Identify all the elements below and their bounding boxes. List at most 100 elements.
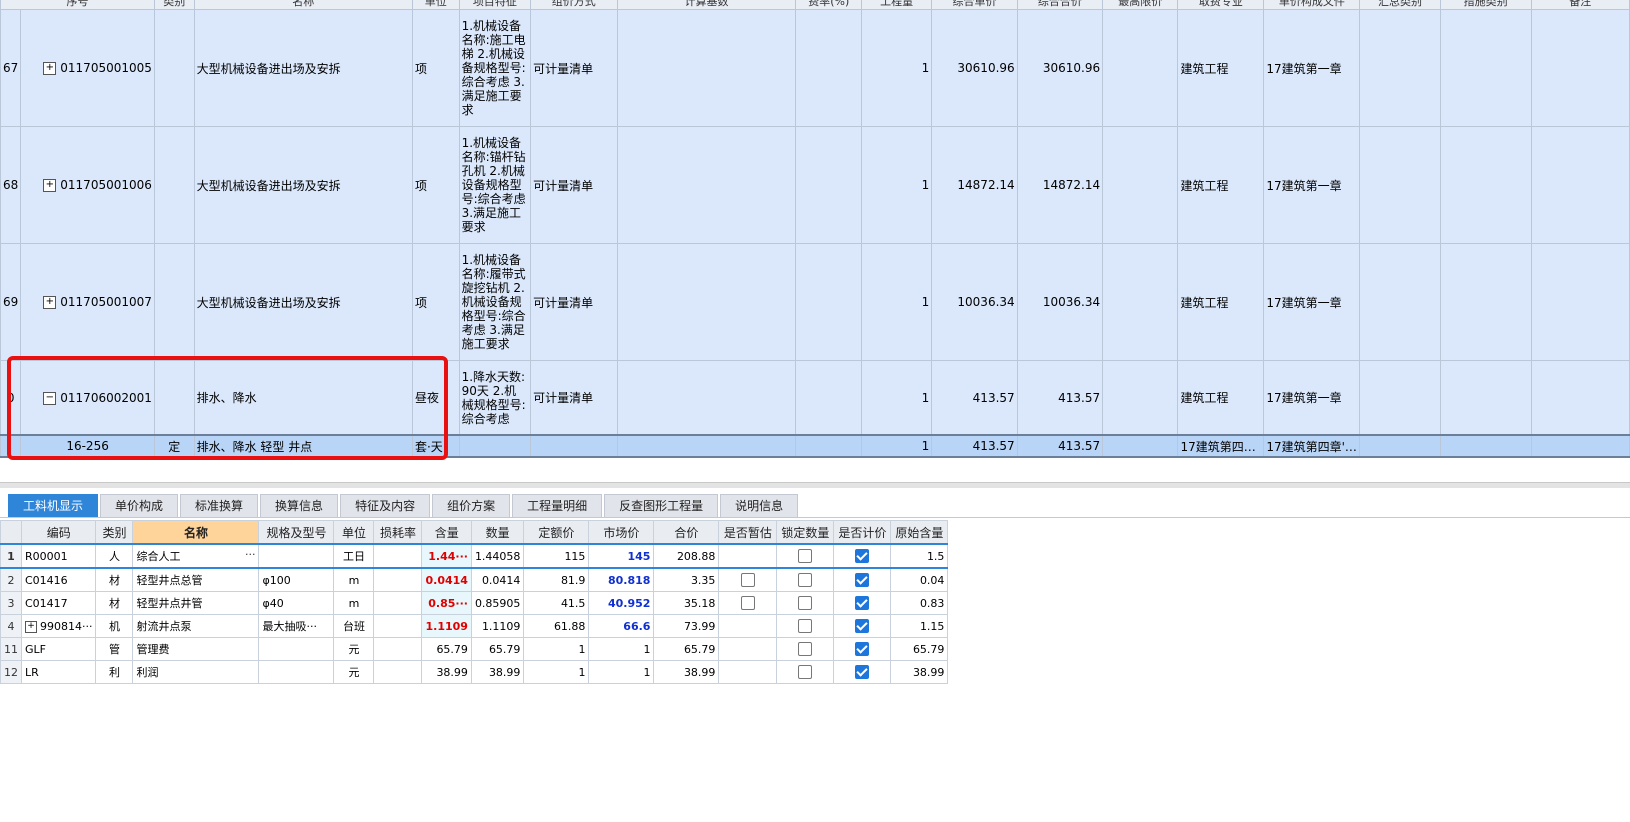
res-locked[interactable] bbox=[776, 567, 835, 592]
res-orig[interactable]: 65.79 bbox=[890, 637, 949, 661]
sub-rate[interactable] bbox=[795, 434, 862, 458]
row-code-cell[interactable]: +011705001007 bbox=[20, 243, 155, 361]
row-base[interactable] bbox=[616, 9, 797, 127]
res-type[interactable]: 人 bbox=[95, 543, 134, 569]
row-feature[interactable]: 1.降水天数:90天 2.机械规格型号:综合考虑 bbox=[458, 360, 532, 436]
sub-fee-type[interactable]: 17建筑第四… bbox=[1177, 434, 1265, 458]
res-locked[interactable] bbox=[776, 637, 835, 661]
res-locked[interactable] bbox=[776, 591, 835, 615]
res-spec[interactable] bbox=[258, 637, 335, 661]
row-total[interactable]: 14872.14 bbox=[1016, 126, 1104, 244]
res-market-price[interactable]: 66.6 bbox=[588, 614, 655, 638]
row-category[interactable] bbox=[153, 126, 195, 244]
res-name[interactable]: 管理费 bbox=[132, 637, 260, 661]
row-name[interactable]: 大型机械设备进出场及安拆 bbox=[193, 243, 413, 361]
priced-checkbox[interactable] bbox=[855, 573, 870, 587]
res-sum[interactable]: 38.99 bbox=[653, 660, 720, 684]
row-fee-type[interactable]: 建筑工程 bbox=[1177, 243, 1265, 361]
res-qty[interactable]: 38.99 bbox=[470, 660, 525, 684]
panel-splitter[interactable] bbox=[0, 482, 1630, 488]
row-summary[interactable] bbox=[1359, 9, 1441, 127]
res-orig[interactable]: 0.83 bbox=[890, 591, 949, 615]
header-locked[interactable]: 锁定数量 bbox=[776, 520, 835, 545]
res-quota-price[interactable]: 1 bbox=[523, 660, 590, 684]
res-estimated[interactable] bbox=[718, 614, 778, 638]
tab-reverse-graphic-quantity[interactable]: 反查图形工程量 bbox=[604, 494, 719, 518]
tab-quantity-details[interactable]: 工程量明细 bbox=[512, 494, 603, 518]
bill-row[interactable]: 0 −011706002001 排水、降水 昼夜 1.降水天数:90天 2.机械… bbox=[0, 360, 1630, 436]
expand-plus-icon[interactable]: + bbox=[43, 62, 57, 75]
row-rate[interactable] bbox=[795, 360, 862, 436]
res-code[interactable]: +990814··· bbox=[20, 614, 97, 638]
expand-plus-icon[interactable]: + bbox=[25, 620, 37, 633]
header-unit-price[interactable]: 综合单价 bbox=[931, 0, 1018, 10]
row-method[interactable]: 可计量清单 bbox=[530, 9, 618, 127]
res-qty[interactable]: 0.85905 bbox=[470, 591, 525, 615]
locked-checkbox[interactable] bbox=[798, 573, 813, 587]
header-quota-price[interactable]: 定额价 bbox=[523, 520, 590, 545]
header-sum[interactable]: 合价 bbox=[653, 520, 720, 545]
header-content[interactable]: 含量 bbox=[421, 520, 472, 545]
tab-features-content[interactable]: 特征及内容 bbox=[340, 494, 431, 518]
header-priced[interactable]: 是否计价 bbox=[833, 520, 892, 545]
res-orig[interactable]: 38.99 bbox=[890, 660, 949, 684]
sub-code[interactable]: 16-256 bbox=[20, 434, 155, 458]
row-total[interactable]: 10036.34 bbox=[1016, 243, 1104, 361]
row-limit[interactable] bbox=[1102, 9, 1179, 127]
res-unit[interactable]: 元 bbox=[333, 660, 375, 684]
header-qty[interactable]: 工程量 bbox=[860, 0, 933, 10]
header-price-file[interactable]: 单价构成文件 bbox=[1263, 0, 1361, 10]
res-priced[interactable] bbox=[833, 660, 892, 684]
row-unit[interactable]: 项 bbox=[411, 126, 460, 244]
tab-conversion-info[interactable]: 换算信息 bbox=[260, 494, 339, 518]
resource-row[interactable]: 2 C01416 材 轻型井点总管 φ100 m 0.0414 0.0414 8… bbox=[0, 567, 949, 592]
res-market-price[interactable]: 1 bbox=[588, 660, 655, 684]
res-qty[interactable]: 1.1109 bbox=[470, 614, 525, 638]
res-spec[interactable] bbox=[258, 543, 335, 569]
resource-row[interactable]: 12 LR 利 利润 元 38.99 38.99 1 1 38.99 38.99 bbox=[0, 660, 949, 684]
res-locked[interactable] bbox=[776, 614, 835, 638]
header-spec[interactable]: 规格及型号 bbox=[258, 520, 335, 545]
locked-checkbox[interactable] bbox=[798, 665, 813, 679]
tab-pricing-scheme[interactable]: 组价方案 bbox=[432, 494, 511, 518]
res-name[interactable]: 轻型井点井管 bbox=[132, 591, 260, 615]
header-type[interactable]: 类别 bbox=[95, 520, 134, 545]
res-orig[interactable]: 1.5 bbox=[890, 543, 949, 569]
row-rate[interactable] bbox=[795, 126, 862, 244]
sub-summary[interactable] bbox=[1359, 434, 1441, 458]
tab-labor-material-machine[interactable]: 工料机显示 bbox=[8, 494, 99, 518]
locked-checkbox[interactable] bbox=[798, 596, 813, 610]
bill-row[interactable]: 68 +011705001006 大型机械设备进出场及安拆 项 1.机械设备名称… bbox=[0, 126, 1630, 244]
res-content[interactable]: 0.85··· bbox=[421, 591, 472, 615]
priced-checkbox[interactable] bbox=[855, 642, 870, 656]
header-category[interactable]: 类别 bbox=[153, 0, 195, 10]
row-method[interactable]: 可计量清单 bbox=[530, 126, 618, 244]
sub-unit-price[interactable]: 413.57 bbox=[931, 434, 1018, 458]
res-sum[interactable]: 35.18 bbox=[653, 591, 720, 615]
tab-description[interactable]: 说明信息 bbox=[720, 494, 799, 518]
res-content[interactable]: 1.1109 bbox=[421, 614, 472, 638]
header-fee-type[interactable]: 取费专业 bbox=[1177, 0, 1265, 10]
res-estimated[interactable] bbox=[718, 567, 778, 592]
row-limit[interactable] bbox=[1102, 243, 1179, 361]
res-loss[interactable] bbox=[373, 567, 423, 592]
header-feature[interactable]: 项目特征 bbox=[458, 0, 532, 10]
sub-measure[interactable] bbox=[1439, 434, 1532, 458]
res-spec[interactable]: 最大抽吸··· bbox=[258, 614, 335, 638]
row-fee-type[interactable]: 建筑工程 bbox=[1177, 126, 1265, 244]
res-estimated[interactable] bbox=[718, 543, 778, 569]
header-market-price[interactable]: 市场价 bbox=[588, 520, 655, 545]
row-category[interactable] bbox=[153, 360, 195, 436]
row-measure[interactable] bbox=[1439, 243, 1532, 361]
row-base[interactable] bbox=[616, 360, 797, 436]
header-qty[interactable]: 数量 bbox=[470, 520, 525, 545]
res-name[interactable]: 轻型井点总管 bbox=[132, 567, 260, 592]
row-note[interactable] bbox=[1530, 243, 1630, 361]
row-note[interactable] bbox=[1530, 360, 1630, 436]
res-quota-price[interactable]: 1 bbox=[523, 637, 590, 661]
header-rate[interactable]: 费率(%) bbox=[795, 0, 862, 10]
collapse-minus-icon[interactable]: − bbox=[43, 391, 57, 405]
row-code-cell[interactable]: +011705001005 bbox=[20, 9, 155, 127]
sub-price-file[interactable]: 17建筑第四章'… bbox=[1263, 434, 1361, 458]
res-unit[interactable]: 元 bbox=[333, 637, 375, 661]
